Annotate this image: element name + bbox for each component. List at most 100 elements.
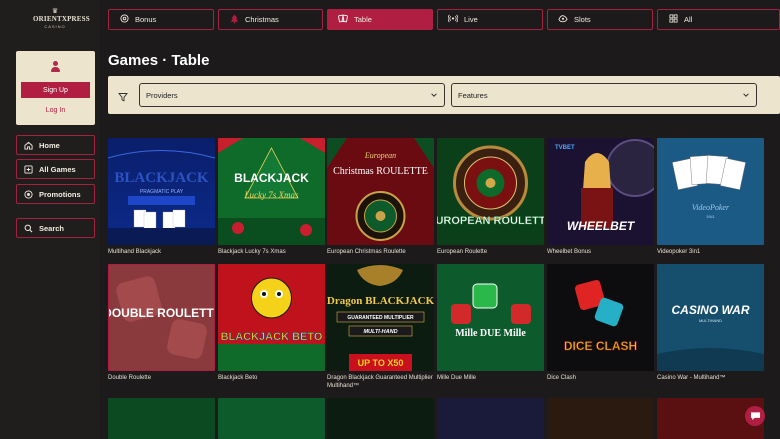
game-tile-blackjack-beto[interactable]: BLACKJACK BETO (218, 264, 325, 371)
game-tile-european-roulette[interactable]: EUROPEAN ROULETTE (437, 138, 544, 245)
game-art: BLACKJACK Lucky 7s Xmas (218, 138, 325, 245)
game-tile-casino-war[interactable]: CASINO WAR MULTIHAND (657, 264, 764, 371)
game-tile-videopoker[interactable]: VideoPoker 3IN1 (657, 138, 764, 245)
svg-text:TVBET: TVBET (555, 145, 575, 151)
tab-label: Slots (574, 15, 591, 24)
live-icon (447, 14, 459, 25)
game-caption[interactable]: Blackjack Beto (218, 374, 325, 382)
home-icon (23, 140, 33, 150)
sidebar: ♛ ORIENTXPRESS CASINO Sign Up Log In Hom… (0, 0, 100, 439)
tab-all[interactable]: All (657, 9, 780, 30)
sidebar-item-search[interactable]: Search (16, 218, 95, 238)
svg-text:MULTIHAND: MULTIHAND (699, 318, 722, 323)
features-label: Features (458, 90, 488, 100)
tab-label: Live (464, 15, 478, 24)
game-art: BLACKJACK PRAGMATIC PLAY (108, 138, 215, 245)
chevron-down-icon (743, 93, 749, 97)
login-link[interactable]: Log In (21, 104, 90, 116)
game-tile-wheelbet-bonus[interactable]: TVBET WHEELBET (547, 138, 654, 245)
svg-text:MULTI-HAND: MULTI-HAND (363, 329, 397, 335)
game-caption[interactable]: Wheelbet Bonus (547, 248, 654, 256)
brand-name: ORIENTXPRESS (33, 15, 90, 23)
games-icon (23, 164, 33, 174)
game-caption[interactable]: Dice Clash (547, 374, 654, 382)
game-caption[interactable]: Multihand Blackjack (108, 248, 215, 256)
game-tile-partial[interactable] (437, 398, 544, 439)
search-icon (23, 223, 33, 233)
game-tile-dragon-blackjack[interactable]: Dragon BLACKJACK GUARANTEED MULTIPLIER M… (327, 264, 434, 371)
svg-text:Christmas ROULETTE: Christmas ROULETTE (333, 166, 428, 177)
sidebar-item-promotions[interactable]: Promotions (16, 184, 95, 204)
filter-bar: Providers Features (108, 76, 780, 114)
game-tile-partial[interactable] (108, 398, 215, 439)
promotions-icon (23, 189, 33, 199)
game-tile-partial[interactable] (327, 398, 434, 439)
svg-text:European: European (364, 151, 396, 160)
game-tile-partial[interactable] (218, 398, 325, 439)
tab-slots[interactable]: Slots (547, 9, 653, 30)
game-tile-multihand-blackjack[interactable]: BLACKJACK PRAGMATIC PLAY (108, 138, 215, 245)
brand-sub: CASINO (44, 24, 66, 29)
svg-text:Dragon BLACKJACK: Dragon BLACKJACK (327, 295, 434, 307)
game-caption[interactable]: Mille Due Mille (437, 374, 544, 382)
game-art: VideoPoker 3IN1 (657, 138, 764, 245)
sidebar-item-label: Home (39, 140, 60, 150)
game-art: DICE CLASH (547, 264, 654, 371)
slots-icon (558, 14, 568, 25)
svg-text:PRAGMATIC PLAY: PRAGMATIC PLAY (140, 189, 184, 195)
sidebar-item-label: Promotions (39, 189, 81, 199)
svg-text:VideoPoker: VideoPoker (692, 203, 730, 212)
svg-text:GUARANTEED MULTIPLIER: GUARANTEED MULTIPLIER (347, 315, 414, 321)
page-title: Games · Table (108, 52, 210, 69)
game-caption[interactable]: Dragon Blackjack Guaranteed Multiplier M… (327, 374, 434, 390)
sidebar-item-home[interactable]: Home (16, 135, 95, 155)
bonus-icon (119, 14, 129, 25)
game-caption[interactable]: Casino War - Multihand™ (657, 374, 764, 382)
game-caption[interactable]: European Christmas Roulette (327, 248, 434, 256)
chat-button[interactable] (745, 406, 765, 426)
crest-icon: ♛ (51, 8, 59, 15)
tree-icon (229, 14, 239, 26)
tab-christmas[interactable]: Christmas (218, 9, 323, 30)
game-caption[interactable]: European Roulette (437, 248, 544, 256)
tab-table[interactable]: Table (327, 9, 433, 30)
game-caption[interactable]: Blackjack Lucky 7s Xmas (218, 248, 325, 256)
game-art: TVBET WHEELBET (547, 138, 654, 245)
game-art: European Christmas ROULETTE (327, 138, 434, 245)
game-tile-dice-clash[interactable]: DICE CLASH (547, 264, 654, 371)
sidebar-item-label: Search (39, 223, 65, 233)
tab-label: Bonus (135, 15, 157, 24)
game-caption[interactable]: Videopoker 3in1 (657, 248, 764, 256)
game-tile-blackjack-lucky-7s[interactable]: BLACKJACK Lucky 7s Xmas (218, 138, 325, 245)
svg-text:EUROPEAN ROULETTE: EUROPEAN ROULETTE (437, 215, 544, 227)
features-select[interactable]: Features (451, 83, 757, 107)
game-tile-double-roulette[interactable]: DOUBLE ROULETTE (108, 264, 215, 371)
svg-text:UP TO X50: UP TO X50 (358, 358, 404, 368)
svg-text:BLACKJACK BETO: BLACKJACK BETO (221, 331, 323, 343)
svg-text:CASINO WAR: CASINO WAR (672, 303, 750, 317)
game-tile-partial[interactable] (547, 398, 654, 439)
game-art: DOUBLE ROULETTE (109, 265, 215, 370)
tab-live[interactable]: Live (437, 9, 543, 30)
user-card: Sign Up Log In (16, 51, 95, 125)
providers-select[interactable]: Providers (139, 83, 445, 107)
filter-icon[interactable] (118, 89, 128, 102)
signup-button[interactable]: Sign Up (21, 82, 90, 98)
chevron-down-icon (431, 93, 437, 97)
svg-text:DICE CLASH: DICE CLASH (564, 339, 637, 353)
tab-label: All (684, 15, 693, 24)
game-tile-mille-due-mille[interactable]: Mille DUE Mille (437, 264, 544, 371)
svg-text:WHEELBET: WHEELBET (567, 219, 636, 233)
brand-logo[interactable]: ♛ ORIENTXPRESS CASINO (33, 8, 90, 34)
svg-text:DOUBLE ROULETTE: DOUBLE ROULETTE (109, 306, 215, 320)
grid-icon (668, 14, 678, 25)
game-art: Dragon BLACKJACK GUARANTEED MULTIPLIER M… (327, 264, 434, 371)
game-caption[interactable]: Double Roulette (108, 374, 215, 382)
game-tile-european-christmas-roulette[interactable]: European Christmas ROULETTE (327, 138, 434, 245)
providers-label: Providers (146, 90, 178, 100)
tab-label: Christmas (245, 15, 279, 24)
sidebar-item-all-games[interactable]: All Games (16, 159, 95, 179)
tab-bonus[interactable]: Bonus (108, 9, 214, 30)
svg-text:Mille DUE Mille: Mille DUE Mille (455, 328, 526, 339)
svg-text:3IN1: 3IN1 (706, 214, 715, 219)
